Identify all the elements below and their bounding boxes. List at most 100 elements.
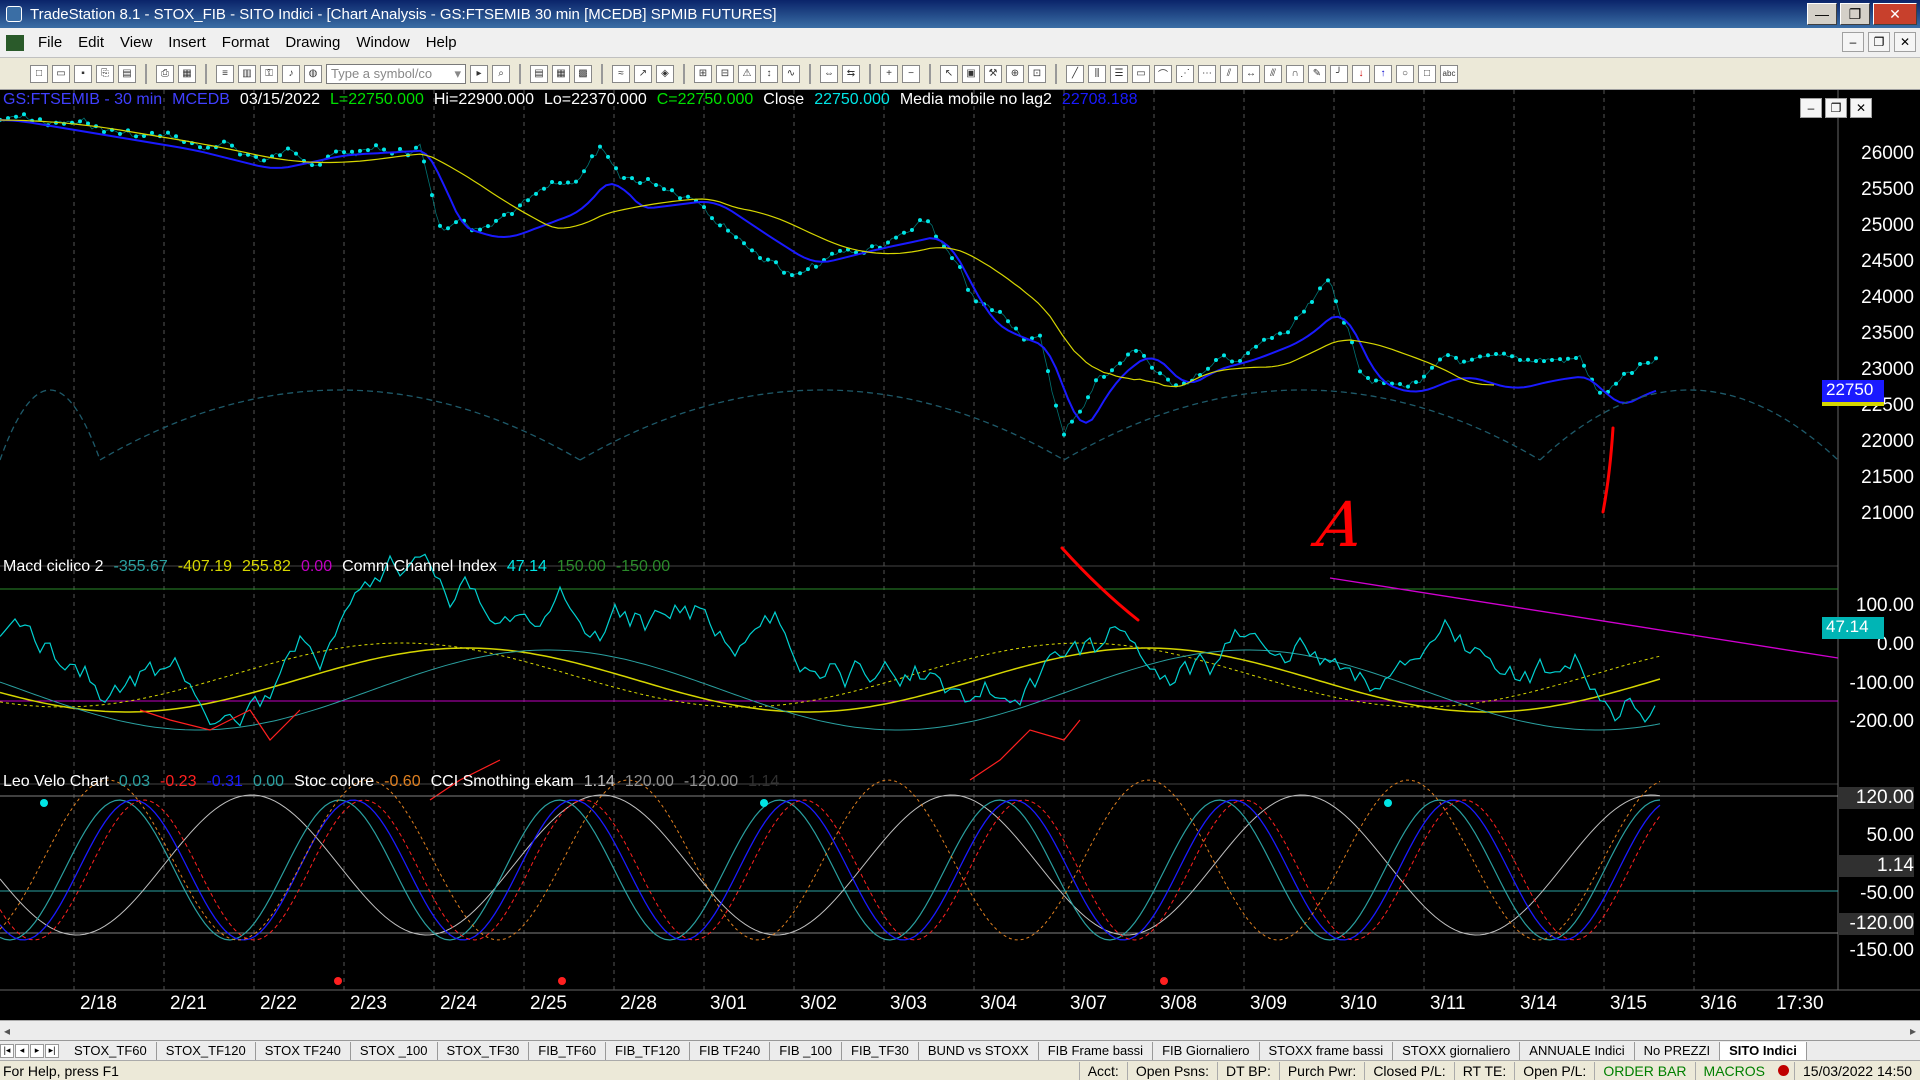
- horizontal-lines-icon[interactable]: ☰: [1110, 64, 1128, 83]
- macros-button[interactable]: MACROS: [1694, 1061, 1773, 1080]
- tab-stoxx-giornaliero[interactable]: STOXX giornaliero: [1393, 1041, 1521, 1060]
- maximize-button[interactable]: ❐: [1840, 3, 1870, 25]
- menu-insert[interactable]: Insert: [160, 34, 214, 51]
- channel-icon[interactable]: ⫻: [1264, 64, 1282, 83]
- tab-stoxx-frame-bassi[interactable]: STOXX frame bassi: [1260, 1041, 1394, 1060]
- velo-name[interactable]: Leo Velo Chart: [3, 773, 109, 791]
- trendline-icon[interactable]: ╱: [1066, 64, 1084, 83]
- tab-fib-frame-bassi[interactable]: FIB Frame bassi: [1039, 1041, 1154, 1060]
- strategy-icon[interactable]: ↗: [634, 64, 652, 83]
- mdi-minimize-button[interactable]: –: [1842, 32, 1864, 52]
- pencil-icon[interactable]: ✎: [1308, 64, 1326, 83]
- pane-restore-button[interactable]: ❐: [1825, 98, 1847, 118]
- matrix-icon[interactable]: ▩: [574, 64, 592, 83]
- tab-fib-tf240[interactable]: FIB TF240: [690, 1041, 771, 1060]
- scanner-icon[interactable]: ≈: [612, 64, 630, 83]
- chart-canvas[interactable]: [0, 90, 1920, 1020]
- sound-icon[interactable]: ♪: [282, 64, 300, 83]
- orders-icon[interactable]: ⊟: [716, 64, 734, 83]
- save-icon[interactable]: ▪: [74, 64, 92, 83]
- tab-stox-100[interactable]: STOX _100: [351, 1041, 438, 1060]
- tab-stox-tf240[interactable]: STOX TF240: [256, 1041, 351, 1060]
- tools-icon[interactable]: ⚒: [984, 64, 1002, 83]
- scroll-left-icon[interactable]: ◂: [4, 1024, 10, 1038]
- optimization-icon[interactable]: ◈: [656, 64, 674, 83]
- menu-view[interactable]: View: [112, 34, 160, 51]
- tab-fib-tf120[interactable]: FIB_TF120: [606, 1041, 691, 1060]
- tab-prev-icon[interactable]: ◂: [15, 1043, 29, 1058]
- arc-tool-icon[interactable]: ⌒: [1154, 64, 1172, 83]
- pane-close-button[interactable]: ✕: [1850, 98, 1872, 118]
- rectangle-tool-icon[interactable]: ▭: [1132, 64, 1150, 83]
- chevron-down-icon[interactable]: ▾: [454, 66, 461, 82]
- document-icon[interactable]: [6, 34, 24, 51]
- arrow-down-icon[interactable]: ↓: [1352, 64, 1370, 83]
- alert-icon[interactable]: ⚠: [738, 64, 756, 83]
- account-icon[interactable]: ⊞: [694, 64, 712, 83]
- macd-name[interactable]: Macd ciclico 2: [3, 558, 103, 576]
- menu-edit[interactable]: Edit: [70, 34, 112, 51]
- tab-fib-giornaliero[interactable]: FIB Giornaliero: [1153, 1041, 1260, 1060]
- globe-icon[interactable]: ◍: [304, 64, 322, 83]
- zoom-in-icon[interactable]: +: [880, 64, 898, 83]
- workspace-icon[interactable]: ▤: [118, 64, 136, 83]
- find-symbol-icon[interactable]: ⌕: [492, 64, 510, 83]
- zoom-out-icon[interactable]: −: [902, 64, 920, 83]
- indicator-icon[interactable]: ∿: [782, 64, 800, 83]
- speed-lines-icon[interactable]: ⫽: [1220, 64, 1238, 83]
- tab-fib-tf30[interactable]: FIB_TF30: [842, 1041, 919, 1060]
- tab-stox-tf60[interactable]: STOX_TF60: [65, 1041, 157, 1060]
- insert-indicator-icon[interactable]: ⊕: [1006, 64, 1024, 83]
- tab-sito-indici[interactable]: SITO Indici: [1720, 1041, 1807, 1060]
- cci-smoothing-name[interactable]: CCI Smothing ekam: [431, 773, 574, 791]
- fibonacci-icon[interactable]: ⋰: [1176, 64, 1194, 83]
- tab-first-icon[interactable]: |◂: [0, 1043, 14, 1058]
- arrow-up-icon[interactable]: ↑: [1374, 64, 1392, 83]
- options-icon[interactable]: ⊡: [1028, 64, 1046, 83]
- symbol-list-icon[interactable]: ▥: [238, 64, 256, 83]
- horizontal-scrollbar[interactable]: ◂ ▸: [0, 1020, 1920, 1040]
- gann-fan-icon[interactable]: ⋯: [1198, 64, 1216, 83]
- copy-icon[interactable]: ⎘: [96, 64, 114, 83]
- print-icon[interactable]: ⎙: [156, 64, 174, 83]
- chart-icon[interactable]: ▤: [530, 64, 548, 83]
- tab-no-prezzi[interactable]: No PREZZI: [1635, 1041, 1721, 1060]
- scroll-right-icon[interactable]: ▸: [1910, 1024, 1916, 1038]
- pane-minimize-button[interactable]: –: [1800, 98, 1822, 118]
- curve-icon[interactable]: ╯: [1330, 64, 1348, 83]
- cycle-icon[interactable]: ∩: [1286, 64, 1304, 83]
- minimize-button[interactable]: —: [1807, 3, 1837, 25]
- tab-fib-tf60[interactable]: FIB_TF60: [529, 1041, 607, 1060]
- close-button[interactable]: ✕: [1873, 3, 1917, 25]
- tab-annuale-indici[interactable]: ANNUALE Indici: [1520, 1041, 1635, 1060]
- text-icon[interactable]: abc: [1440, 64, 1458, 83]
- chart-window[interactable]: GS:FTSEMIB - 30 min MCEDB 03/15/2022 L=2…: [0, 90, 1920, 1020]
- lock-icon[interactable]: ⚿: [260, 64, 278, 83]
- bar-spacing-icon[interactable]: ⇔: [820, 64, 838, 83]
- print-preview-icon[interactable]: ▦: [178, 64, 196, 83]
- menu-drawing[interactable]: Drawing: [277, 34, 348, 51]
- tab-fib-100[interactable]: FIB _100: [770, 1041, 843, 1060]
- order-bar-button[interactable]: ORDER BAR: [1594, 1061, 1694, 1080]
- tab-stox-tf30[interactable]: STOX_TF30: [438, 1041, 530, 1060]
- mdi-restore-button[interactable]: ❐: [1868, 32, 1890, 52]
- go-icon[interactable]: ▸: [470, 64, 488, 83]
- pointer-icon[interactable]: ↖: [940, 64, 958, 83]
- square-tool-icon[interactable]: □: [1418, 64, 1436, 83]
- compress-icon[interactable]: ⇆: [842, 64, 860, 83]
- symbol-input[interactable]: Type a symbol/co ▾: [326, 63, 466, 84]
- menu-file[interactable]: File: [30, 34, 70, 51]
- radar-icon[interactable]: ▦: [552, 64, 570, 83]
- tab-stox-tf120[interactable]: STOX_TF120: [157, 1041, 256, 1060]
- format-icon[interactable]: ≡: [216, 64, 234, 83]
- menu-window[interactable]: Window: [348, 34, 417, 51]
- stoc-name[interactable]: Stoc colore: [294, 773, 374, 791]
- sort-icon[interactable]: ↕: [760, 64, 778, 83]
- symbol-label[interactable]: GS:FTSEMIB - 30 min: [3, 91, 162, 109]
- menu-help[interactable]: Help: [418, 34, 465, 51]
- cci-name[interactable]: Comm Channel Index: [342, 558, 497, 576]
- ellipse-icon[interactable]: ○: [1396, 64, 1414, 83]
- tab-next-icon[interactable]: ▸: [30, 1043, 44, 1058]
- mdi-close-button[interactable]: ✕: [1894, 32, 1916, 52]
- properties-icon[interactable]: ▣: [962, 64, 980, 83]
